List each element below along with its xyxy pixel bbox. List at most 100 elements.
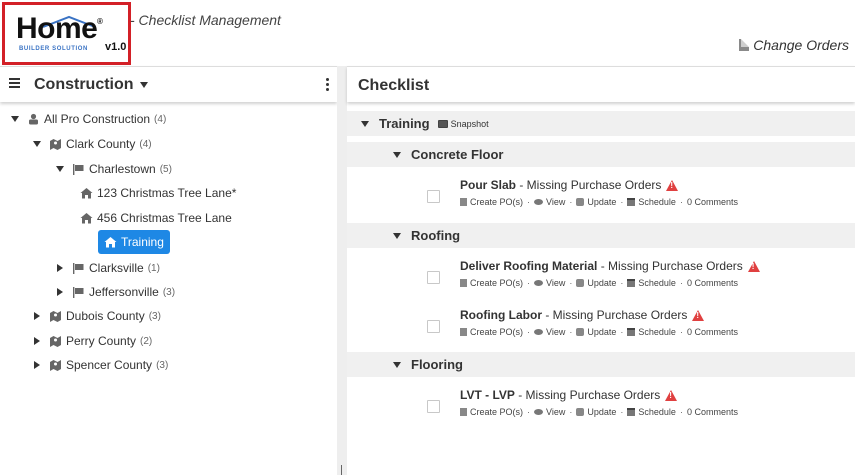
schedule-action[interactable]: Schedule <box>627 327 676 337</box>
view-action[interactable]: View <box>534 197 565 207</box>
schedule-action[interactable]: Schedule <box>627 278 676 288</box>
task-checkbox[interactable] <box>427 271 440 284</box>
tree-node-count: (1) <box>147 262 160 274</box>
group-label: Flooring <box>411 357 463 372</box>
people-icon <box>576 328 585 336</box>
tree-node-selected[interactable]: Training <box>98 230 170 254</box>
tree-node-label: Charlestown <box>89 162 156 176</box>
comments-action[interactable]: 0 Comments <box>687 278 738 288</box>
separator: · <box>679 278 683 288</box>
calendar-icon <box>627 279 636 287</box>
task-status: - Missing Purchase Orders <box>516 178 662 192</box>
change-orders-link[interactable]: Change Orders <box>739 37 849 53</box>
warning-icon <box>666 179 679 191</box>
update-action[interactable]: Update <box>576 278 616 288</box>
division-dropdown[interactable]: Construction <box>34 76 148 94</box>
task-name[interactable]: Pour Slab <box>460 178 516 192</box>
flag-icon <box>73 164 84 175</box>
expand-toggle-icon[interactable] <box>32 311 42 321</box>
task-checkbox[interactable] <box>427 400 440 413</box>
create-po-action[interactable]: Create PO(s) <box>460 278 523 288</box>
house-icon <box>80 213 93 224</box>
eye-icon <box>534 280 544 286</box>
tree-node-label: All Pro Construction <box>44 112 151 126</box>
schedule-action[interactable]: Schedule <box>627 197 676 207</box>
view-action[interactable]: View <box>534 407 565 417</box>
house-icon <box>104 237 117 248</box>
create-po-action[interactable]: Create PO(s) <box>460 327 523 337</box>
comments-action[interactable]: 0 Comments <box>687 197 738 207</box>
tree-node[interactable]: Clark County (4) <box>32 133 152 155</box>
separator: · <box>569 197 573 207</box>
collapse-toggle-icon[interactable] <box>32 139 42 149</box>
checklist-group-header[interactable]: Roofing <box>347 223 855 248</box>
tree-node-count: (2) <box>140 335 153 347</box>
expand-toggle-icon[interactable] <box>55 263 65 273</box>
document-icon <box>460 408 467 416</box>
task-name[interactable]: Roofing Labor <box>460 308 542 322</box>
tree-node[interactable]: Spencer County (3) <box>32 354 168 376</box>
expand-toggle-icon[interactable] <box>55 287 65 297</box>
checklist-panel: Checklist Training Snapshot Concrete Floor… <box>347 66 855 475</box>
expand-toggle-icon[interactable] <box>32 336 42 346</box>
snapshot-link[interactable]: Snapshot <box>437 119 489 129</box>
tree-node-label: Clarksville <box>89 261 144 275</box>
panel-splitter[interactable] <box>337 66 347 475</box>
checklist-root-group[interactable]: Training Snapshot <box>347 111 855 136</box>
app-logo[interactable]: Home ® BUILDER SOLUTION v1.0 <box>2 2 131 65</box>
schedule-action[interactable]: Schedule <box>627 407 676 417</box>
tree-node-label: Dubois County <box>66 309 145 323</box>
separator: · <box>569 327 573 337</box>
calendar-icon <box>627 408 636 416</box>
tree-node[interactable]: Perry County (2) <box>32 330 152 352</box>
view-action[interactable]: View <box>534 278 565 288</box>
map-icon <box>50 360 61 371</box>
task-title: Pour Slab - Missing Purchase Orders <box>460 178 679 192</box>
create-po-action[interactable]: Create PO(s) <box>460 407 523 417</box>
expand-toggle-icon[interactable] <box>32 360 42 370</box>
checklist-header: Checklist <box>347 66 855 102</box>
hamburger-menu-icon[interactable] <box>9 78 20 88</box>
tree-node[interactable]: 123 Christmas Tree Lane* <box>80 182 236 204</box>
update-action[interactable]: Update <box>576 407 616 417</box>
comments-action[interactable]: 0 Comments <box>687 327 738 337</box>
comments-action[interactable]: 0 Comments <box>687 407 738 417</box>
tree-node[interactable]: Charlestown (5) <box>55 158 172 180</box>
tree-node-label: 123 Christmas Tree Lane* <box>97 186 237 200</box>
task-name[interactable]: LVT - LVP <box>460 388 515 402</box>
create-po-action[interactable]: Create PO(s) <box>460 197 523 207</box>
splitter-grip[interactable] <box>341 465 342 475</box>
group-label: Training <box>379 116 430 131</box>
chevron-down-icon <box>139 82 148 88</box>
collapse-toggle-icon[interactable] <box>393 151 401 158</box>
tree-node[interactable]: All Pro Construction (4) <box>10 108 166 130</box>
tree-node[interactable]: Dubois County (3) <box>32 305 161 327</box>
comments-action-label: 0 Comments <box>686 327 738 337</box>
separator: · <box>527 278 531 288</box>
people-icon <box>576 198 585 206</box>
collapse-toggle-icon[interactable] <box>393 361 401 368</box>
task-name[interactable]: Deliver Roofing Material <box>460 259 597 273</box>
view-action[interactable]: View <box>534 327 565 337</box>
tree-panel: Construction All Pro Construction (4) Clar… <box>0 66 337 475</box>
task-title: Roofing Labor - Missing Purchase Orders <box>460 308 705 322</box>
schedule-action-label: Schedule <box>638 278 676 288</box>
task-checkbox[interactable] <box>427 190 440 203</box>
update-action[interactable]: Update <box>576 197 616 207</box>
checklist-group-header[interactable]: Flooring <box>347 352 855 377</box>
collapse-toggle-icon[interactable] <box>10 114 20 124</box>
task-checkbox[interactable] <box>427 320 440 333</box>
update-action[interactable]: Update <box>576 327 616 337</box>
collapse-toggle-icon[interactable] <box>393 232 401 239</box>
warning-icon <box>692 309 705 321</box>
kebab-menu-icon[interactable] <box>326 78 330 93</box>
collapse-toggle-icon[interactable] <box>361 120 369 127</box>
tree-node-label: Perry County <box>66 334 137 348</box>
tree-node[interactable]: 456 Christmas Tree Lane <box>80 207 232 229</box>
tree-node[interactable]: Jeffersonville (3) <box>55 281 175 303</box>
collapse-toggle-icon[interactable] <box>55 164 65 174</box>
checklist-group-header[interactable]: Concrete Floor <box>347 142 855 167</box>
tree-node-count: (4) <box>139 138 152 150</box>
house-icon <box>80 188 93 199</box>
tree-node[interactable]: Clarksville (1) <box>55 257 160 279</box>
